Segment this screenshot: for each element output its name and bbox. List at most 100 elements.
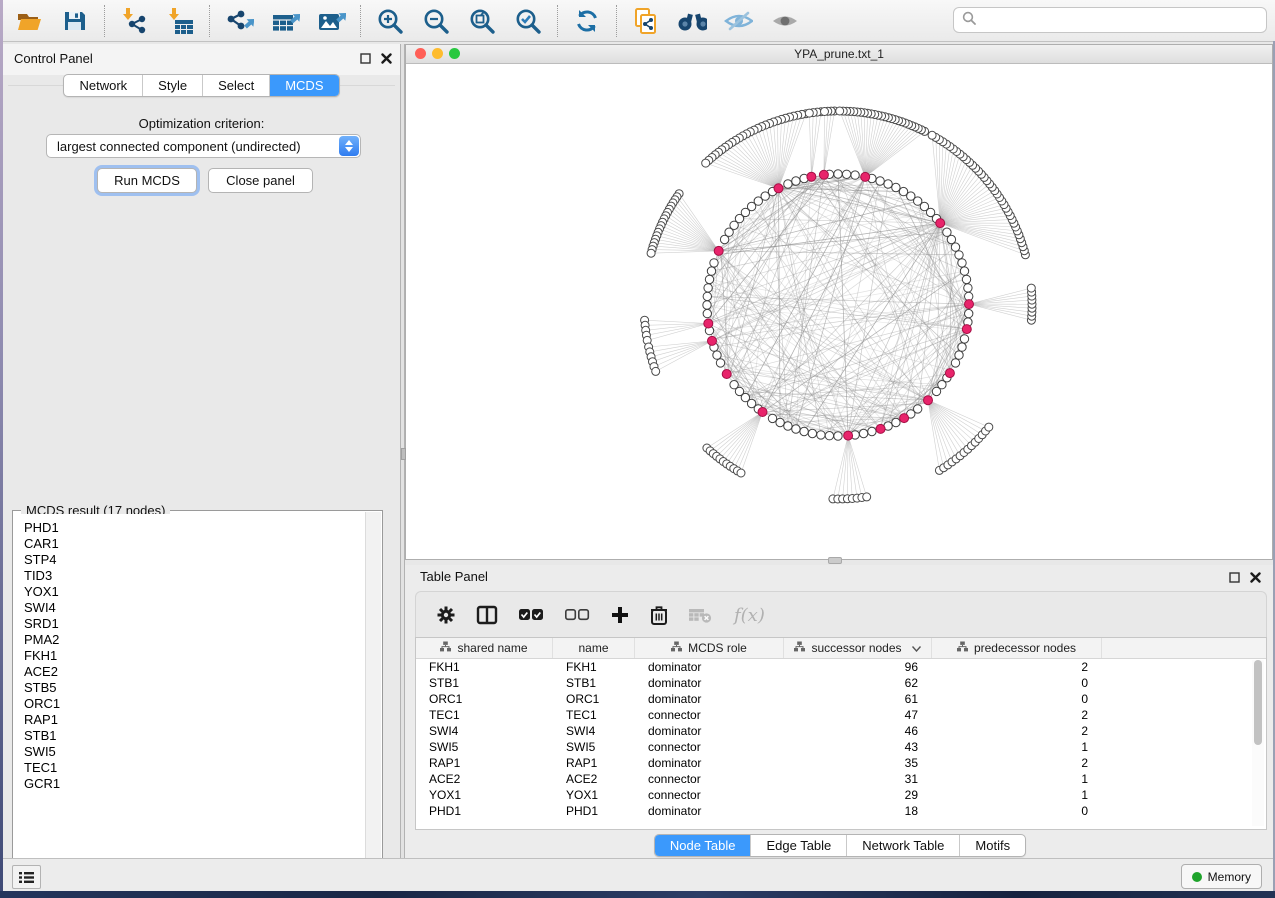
optimization-dropdown[interactable]: largest connected component (undirected) [46,134,361,158]
table-row[interactable]: SWI4SWI4dominator462 [416,723,1250,739]
cell-predecessor_nodes: 0 [932,804,1102,818]
column-header-predecessor-nodes[interactable]: predecessor nodes [932,638,1102,658]
table-panel-title: Table Panel [420,569,488,584]
network-graph[interactable] [406,45,1272,542]
mcds-result-item[interactable]: PHD1 [14,520,365,536]
mcds-result-item[interactable]: SWI4 [14,600,365,616]
mcds-result-item[interactable]: SRD1 [14,616,365,632]
show-all-icon[interactable] [769,6,799,36]
export-table-icon[interactable] [270,6,300,36]
mcds-result-item[interactable]: STP4 [14,552,365,568]
mcds-result-scrollbar[interactable] [365,512,381,879]
tab-network[interactable]: Network [64,75,142,96]
column-label: predecessor nodes [974,641,1076,655]
cell-shared_name: ORC1 [416,692,553,706]
vertical-splitter[interactable] [400,44,405,858]
cell-mcds_role: dominator [635,660,784,674]
mcds-result-list[interactable]: PHD1CAR1STP4TID3YOX1SWI4SRD1PMA2FKH1ACE2… [14,514,365,879]
table-scrollbar-thumb[interactable] [1254,660,1262,745]
table-toolbar: f(x) [415,591,1267,637]
splitter-handle[interactable] [401,448,406,460]
add-column-icon[interactable] [610,605,630,625]
table-row[interactable]: ORC1ORC1dominator610 [416,691,1250,707]
mcds-result-item[interactable]: STB1 [14,728,365,744]
save-session-icon[interactable] [60,6,90,36]
mcds-result-item[interactable]: SWI5 [14,744,365,760]
deselect-all-icon[interactable] [564,608,590,622]
table-row[interactable]: TEC1TEC1connector472 [416,707,1250,723]
cell-shared_name: FKH1 [416,660,553,674]
refresh-view-icon[interactable] [572,6,602,36]
mcds-result-item[interactable]: CAR1 [14,536,365,552]
table-settings-icon[interactable] [436,605,456,625]
table-scrollbar[interactable] [1252,660,1264,826]
search-binoculars-icon[interactable] [677,6,707,36]
mcds-result-item[interactable]: STB5 [14,680,365,696]
delete-column-icon[interactable] [650,605,668,625]
cell-successor_nodes: 61 [784,692,932,706]
export-image-icon[interactable] [316,6,346,36]
search-input[interactable] [982,12,1258,29]
table-row[interactable]: RAP1RAP1dominator352 [416,755,1250,771]
table-row[interactable]: FKH1FKH1dominator962 [416,659,1250,675]
show-columns-icon[interactable] [476,605,498,625]
table-row[interactable]: ACE2ACE2connector311 [416,771,1250,787]
run-mcds-button[interactable]: Run MCDS [97,168,197,193]
mcds-result-item[interactable]: RAP1 [14,712,365,728]
float-panel-icon[interactable] [360,51,371,69]
column-header-name[interactable]: name [553,638,635,658]
mcds-result-item[interactable]: YOX1 [14,584,365,600]
float-table-panel-icon[interactable] [1229,570,1240,588]
hide-unselected-icon[interactable] [723,6,753,36]
tab-style[interactable]: Style [142,75,202,96]
cell-mcds_role: connector [635,740,784,754]
mcds-result-item[interactable]: ORC1 [14,696,365,712]
zoom-in-icon[interactable] [375,6,405,36]
column-header-shared-name[interactable]: shared name [416,638,553,658]
control-panel-title: Control Panel [14,51,93,66]
tab-select[interactable]: Select [202,75,269,96]
cell-mcds_role: dominator [635,724,784,738]
cell-shared_name: SWI5 [416,740,553,754]
tab-motifs[interactable]: Motifs [959,835,1025,856]
table-row[interactable]: STB1STB1dominator620 [416,675,1250,691]
import-network-icon[interactable] [119,6,149,36]
cell-shared_name: TEC1 [416,708,553,722]
control-panel-tabbar: NetworkStyleSelectMCDS [3,74,400,97]
mcds-result-item[interactable]: ACE2 [14,664,365,680]
table-row[interactable]: SWI5SWI5connector431 [416,739,1250,755]
column-label: successor nodes [811,641,901,655]
mcds-result-item[interactable]: GCR1 [14,776,365,792]
close-panel-button[interactable]: Close panel [208,168,313,193]
panel-list-button[interactable] [12,865,41,889]
close-panel-icon[interactable] [381,51,392,69]
zoom-fit-icon[interactable] [467,6,497,36]
dropdown-stepper-icon[interactable] [339,136,359,156]
export-network-icon[interactable] [224,6,254,36]
close-table-panel-icon[interactable] [1250,570,1261,588]
table-row[interactable]: PHD1PHD1dominator180 [416,803,1250,819]
zoom-out-icon[interactable] [421,6,451,36]
tab-edge-table[interactable]: Edge Table [750,835,846,856]
table-row[interactable]: YOX1YOX1connector291 [416,787,1250,803]
duplicate-network-icon[interactable] [631,6,661,36]
import-table-icon[interactable] [165,6,195,36]
tab-network-table[interactable]: Network Table [846,835,959,856]
mcds-result-item[interactable]: TID3 [14,568,365,584]
tab-node-table[interactable]: Node Table [655,835,751,856]
open-file-icon[interactable] [14,6,44,36]
column-type-icon [671,641,682,655]
column-header-successor-nodes[interactable]: successor nodes [784,638,932,658]
zoom-selected-icon[interactable] [513,6,543,36]
network-title: YPA_prune.txt_1 [406,47,1272,61]
search-field[interactable] [953,7,1267,33]
select-all-icon[interactable] [518,608,544,622]
column-header-MCDS-role[interactable]: MCDS role [635,638,784,658]
mcds-result-item[interactable]: FKH1 [14,648,365,664]
tab-mcds[interactable]: MCDS [269,75,338,96]
network-titlebar[interactable]: YPA_prune.txt_1 [406,45,1272,64]
horizontal-splitter-handle[interactable] [828,557,842,564]
memory-button[interactable]: Memory [1181,864,1262,889]
mcds-result-item[interactable]: PMA2 [14,632,365,648]
mcds-result-item[interactable]: TEC1 [14,760,365,776]
